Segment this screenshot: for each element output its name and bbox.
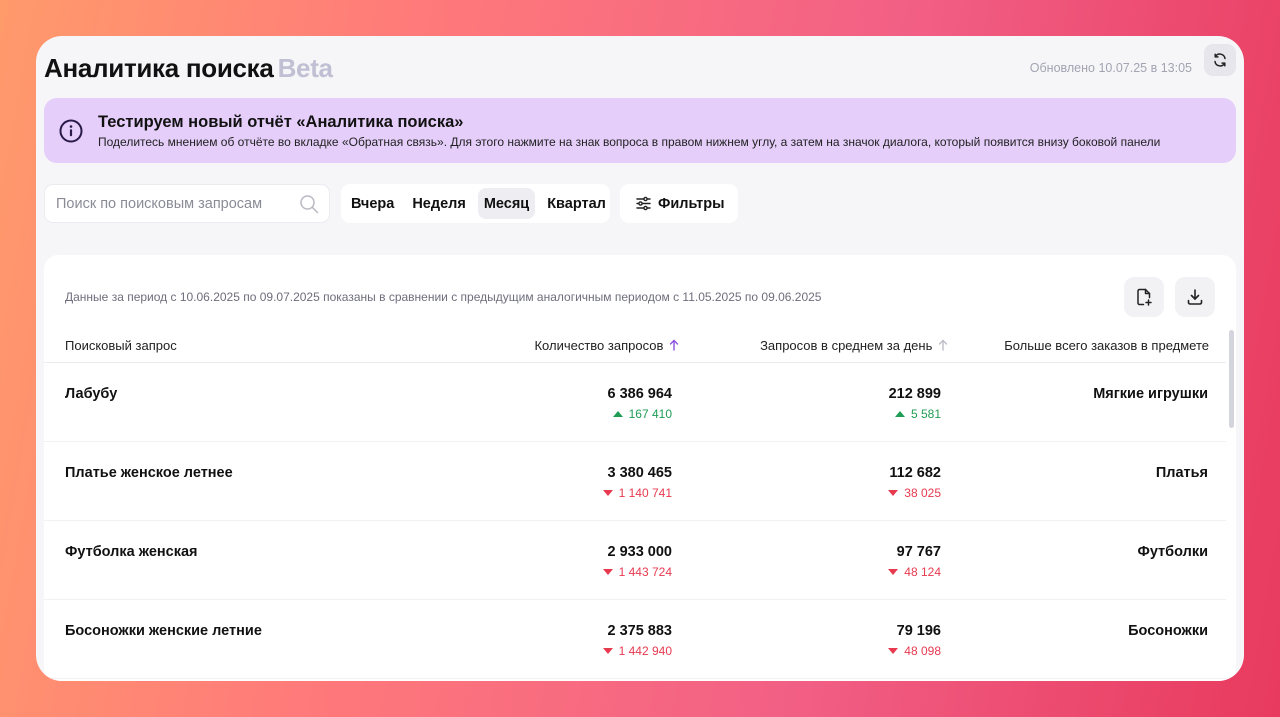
beta-info-banner: Тестируем новый отчёт «Аналитика поиска»… (44, 98, 1236, 163)
count-cell: 2 375 883 (607, 623, 672, 639)
avg-cell: 212 899 (888, 386, 941, 402)
count-delta: 1 140 741 (602, 486, 672, 500)
table-row[interactable]: Футболка женская 2 933 000 1 443 724 97 … (44, 521, 1226, 600)
query-cell: Босоножки женские летние (65, 623, 262, 639)
count-delta: 167 410 (612, 407, 672, 421)
app-window: Аналитика поиска Beta Обновлено 10.07.25 … (36, 36, 1244, 681)
download-icon (1187, 289, 1203, 305)
table-row[interactable]: Босоножки женские летние 2 375 883 1 442… (44, 600, 1226, 679)
refresh-icon (1214, 53, 1226, 67)
search-input[interactable]: Поиск по поисковым запросам (44, 184, 330, 223)
count-delta-value: 1 442 940 (618, 644, 672, 658)
updated-timestamp: Обновлено 10.07.25 в 13:05 (1029, 61, 1192, 75)
avg-delta: 38 025 (888, 486, 941, 500)
count-delta-value: 167 410 (628, 407, 672, 421)
count-cell: 6 386 964 (607, 386, 672, 402)
sort-arrow-up-icon (669, 339, 679, 351)
arrow-down-icon (888, 490, 899, 496)
arrow-down-icon (888, 569, 899, 575)
info-icon (59, 119, 83, 143)
avg-delta-value: 38 025 (904, 486, 941, 500)
subject-cell: Платья (1155, 465, 1208, 481)
arrow-up-icon (894, 411, 905, 417)
period-selector: Вчера Неделя Месяц Квартал (341, 184, 610, 223)
column-header-subject: Больше всего заказов в предмете (1004, 338, 1209, 353)
column-header-query: Поисковый запрос (65, 338, 177, 353)
period-week[interactable]: Неделя (406, 188, 471, 219)
table-row[interactable]: Платье женское летнее 3 380 465 1 140 74… (44, 442, 1226, 521)
count-cell: 3 380 465 (607, 465, 672, 481)
column-header-count-label: Количество запросов (534, 338, 664, 353)
sliders-icon (636, 196, 651, 211)
page-title-text: Аналитика поиска (44, 53, 274, 83)
avg-delta-value: 48 124 (904, 565, 941, 579)
arrow-down-icon (888, 648, 899, 654)
avg-cell: 112 682 (889, 465, 941, 481)
period-quarter[interactable]: Квартал (541, 188, 612, 219)
avg-delta: 5 581 (894, 407, 941, 421)
avg-delta-value: 48 098 (904, 644, 941, 658)
banner-text: Поделитесь мнением об отчёте во вкладке … (98, 135, 1161, 149)
query-cell: Футболка женская (65, 544, 198, 560)
avg-delta: 48 124 (888, 565, 941, 579)
subject-cell: Футболки (1137, 544, 1208, 560)
count-delta: 1 443 724 (602, 565, 672, 579)
arrow-down-icon (602, 490, 613, 496)
column-header-avg[interactable]: Запросов в среднем за день (760, 338, 948, 353)
column-header-avg-label: Запросов в среднем за день (760, 338, 933, 353)
subject-cell: Мягкие игрушки (1093, 386, 1208, 402)
query-cell: Платье женское летнее (65, 465, 233, 481)
count-delta: 1 442 940 (602, 644, 672, 658)
query-cell: Лабубу (65, 386, 118, 402)
file-add-icon (1137, 288, 1152, 306)
page-title: Аналитика поиска Beta (44, 53, 333, 84)
avg-cell: 97 767 (896, 544, 941, 560)
subject-cell: Босоножки (1128, 623, 1208, 639)
period-yesterday[interactable]: Вчера (345, 188, 400, 219)
arrow-down-icon (602, 569, 613, 575)
avg-delta-value: 5 581 (910, 407, 941, 421)
banner-title: Тестируем новый отчёт «Аналитика поиска» (98, 113, 464, 131)
column-header-count[interactable]: Количество запросов (534, 338, 679, 353)
sort-arrow-up-icon (938, 339, 948, 351)
table-scrollbar[interactable] (1229, 330, 1234, 428)
beta-badge: Beta (277, 53, 333, 83)
count-delta-value: 1 443 724 (618, 565, 672, 579)
avg-delta: 48 098 (888, 644, 941, 658)
filters-button[interactable]: Фильтры (620, 184, 738, 223)
search-placeholder: Поиск по поисковым запросам (56, 196, 263, 212)
table-row[interactable]: Лабубу 6 386 964 167 410 212 899 5 581 М… (44, 363, 1226, 442)
refresh-button[interactable] (1204, 44, 1236, 76)
arrow-up-icon (612, 411, 623, 417)
arrow-down-icon (602, 648, 613, 654)
search-analytics-table: Данные за период с 10.06.2025 по 09.07.2… (44, 255, 1236, 681)
download-button[interactable] (1175, 277, 1215, 317)
avg-cell: 79 196 (896, 623, 941, 639)
period-note: Данные за период с 10.06.2025 по 09.07.2… (65, 290, 822, 304)
period-month[interactable]: Месяц (477, 188, 536, 219)
count-cell: 2 933 000 (607, 544, 672, 560)
export-file-button[interactable] (1124, 277, 1164, 317)
count-delta-value: 1 140 741 (618, 486, 672, 500)
filters-label: Фильтры (658, 195, 725, 212)
header: Аналитика поиска Beta Обновлено 10.07.25 … (44, 44, 1236, 92)
search-icon (300, 195, 319, 214)
